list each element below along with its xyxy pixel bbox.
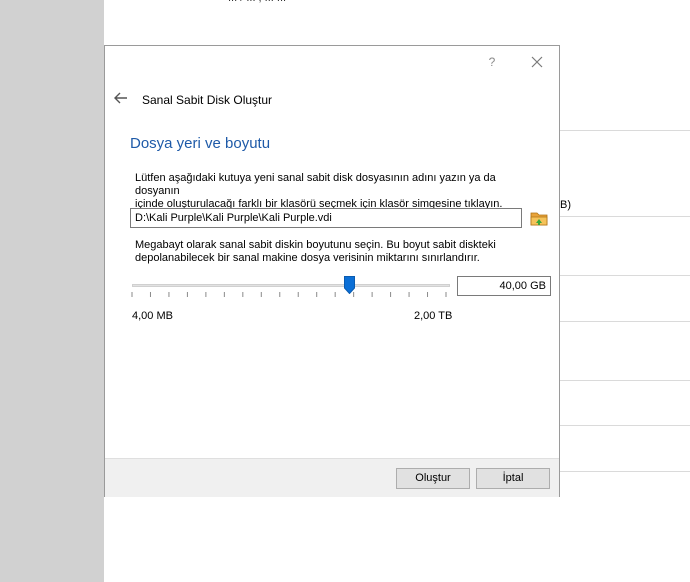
back-button[interactable] [113, 90, 129, 106]
desktop-background-strip [0, 0, 104, 582]
close-button[interactable] [525, 52, 549, 72]
slider-ticks [131, 292, 447, 297]
size-description-line: depolanabilecek bir sanal makine dosya v… [135, 252, 480, 264]
cancel-button[interactable]: İptal [476, 468, 550, 489]
slider-track [132, 284, 450, 287]
location-description-line: Lütfen aşağıdaki kutuya yeni sanal sabit… [135, 172, 496, 197]
create-button[interactable]: Oluştur [396, 468, 470, 489]
folder-icon [530, 212, 548, 226]
disk-size-slider[interactable] [130, 274, 452, 300]
slider-min-label: 4,00 MB [132, 310, 173, 322]
help-button[interactable]: ? [480, 52, 504, 72]
file-path-input[interactable] [130, 208, 522, 228]
disk-size-input[interactable] [457, 276, 551, 296]
slider-thumb[interactable] [343, 276, 355, 294]
background-top-text: ... / ... , ... ... [228, 0, 286, 4]
choose-folder-button[interactable] [529, 208, 549, 228]
size-description: Megabayt olarak sanal sabit diskin boyut… [135, 239, 535, 265]
location-description: Lütfen aşağıdaki kutuya yeni sanal sabit… [135, 172, 535, 211]
dialog-title: Sanal Sabit Disk Oluştur [142, 93, 273, 107]
section-title: Dosya yeri ve boyutu [130, 135, 271, 152]
slider-max-label: 2,00 TB [414, 310, 453, 322]
size-description-line: Megabayt olarak sanal sabit diskin boyut… [135, 239, 496, 251]
create-virtual-disk-dialog: ? Sanal Sabit Disk Oluştur Dosya yeri ve… [104, 45, 560, 497]
close-icon [531, 56, 543, 68]
background-size-suffix: B) [560, 199, 571, 211]
dialog-footer: Oluştur İptal [105, 458, 559, 497]
back-arrow-icon [114, 92, 127, 104]
